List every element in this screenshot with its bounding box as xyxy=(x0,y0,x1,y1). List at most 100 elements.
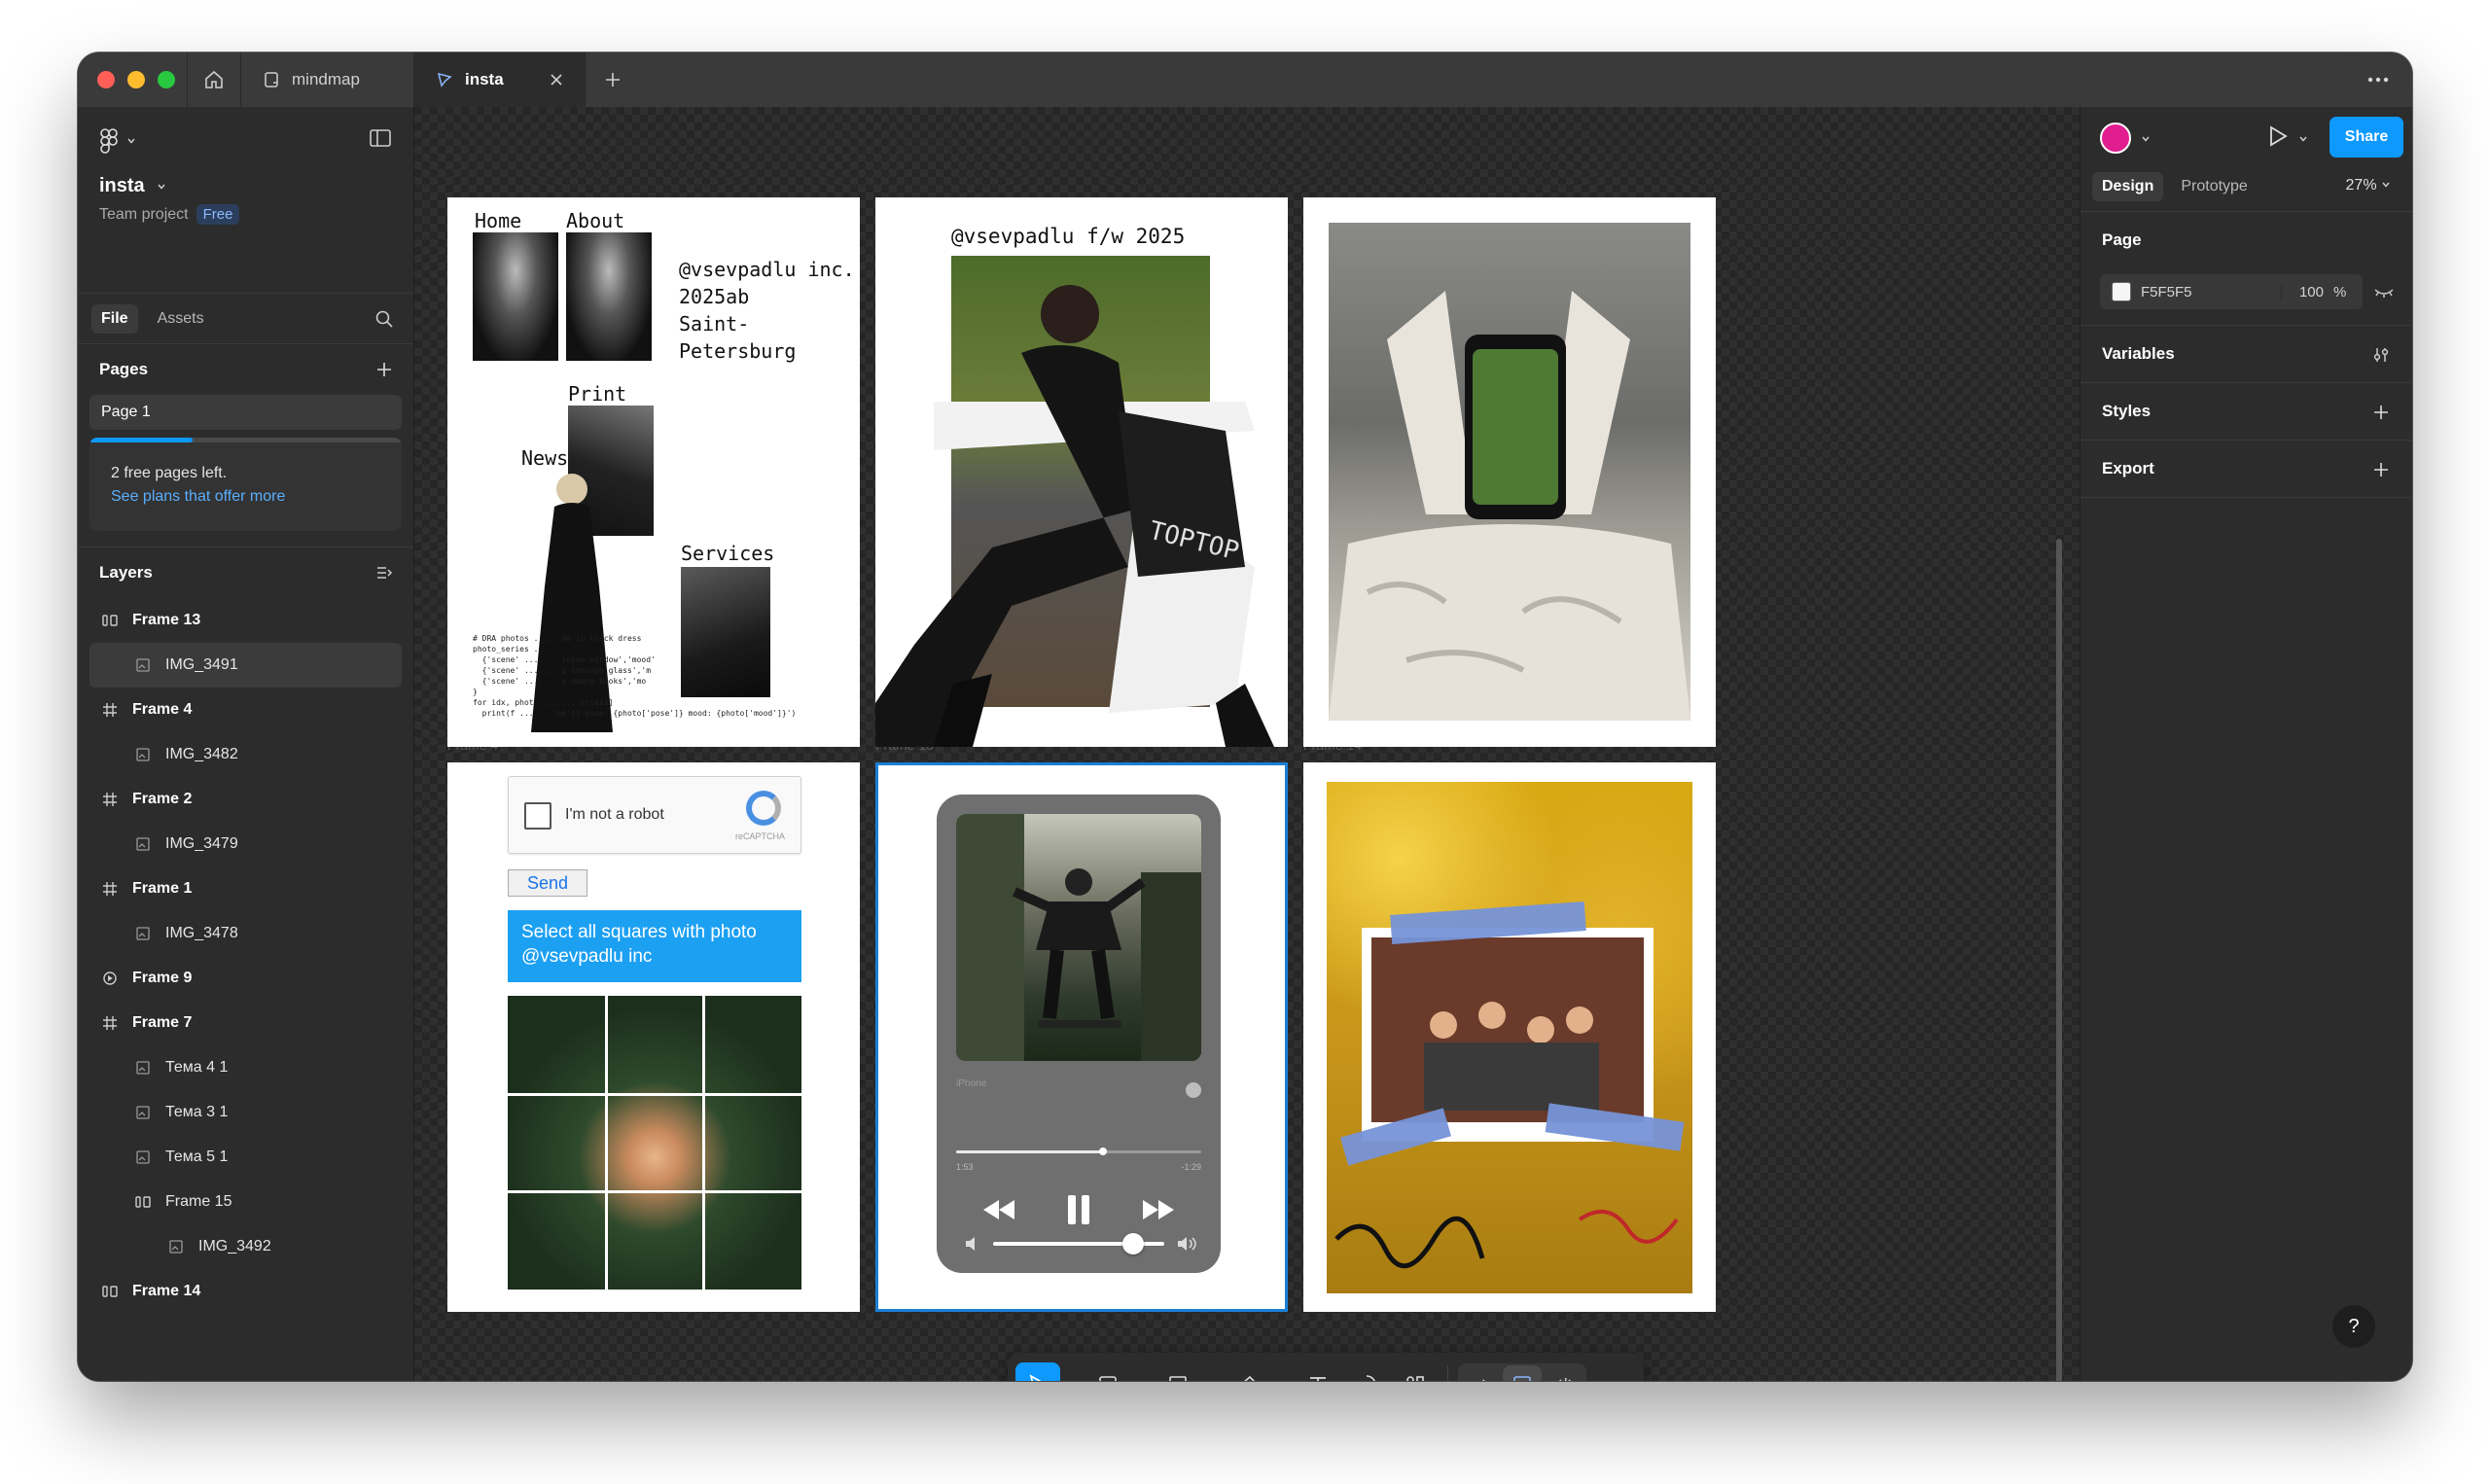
plan-badge[interactable]: Free xyxy=(196,204,240,225)
move-tool[interactable] xyxy=(1015,1362,1060,1381)
layer-item[interactable]: Frame 15 xyxy=(78,1180,413,1224)
add-page-button[interactable] xyxy=(374,360,394,384)
fill-hex-value[interactable]: F5F5F5 xyxy=(2141,284,2281,300)
pen-tool-menu[interactable] xyxy=(1274,1362,1292,1381)
tab-assets[interactable]: Assets xyxy=(148,304,214,334)
design-file-icon xyxy=(437,72,452,88)
new-tab-button[interactable] xyxy=(586,53,640,107)
minimize-window-button[interactable] xyxy=(127,71,145,88)
frame-fashion[interactable]: @vsevpadlu f/w 2025 TOPTOP xyxy=(875,197,1288,747)
frame-tool[interactable] xyxy=(1085,1362,1130,1381)
share-button[interactable]: Share xyxy=(2330,117,2403,158)
comment-tool[interactable] xyxy=(1344,1362,1389,1381)
actions-tool[interactable] xyxy=(1393,1362,1438,1381)
toggle-visibility-button[interactable] xyxy=(2373,286,2395,304)
layer-item[interactable]: Frame 2 xyxy=(78,777,413,822)
fast-forward-icon[interactable] xyxy=(1139,1196,1178,1223)
text-tool[interactable] xyxy=(1296,1362,1340,1381)
page-fill-field[interactable]: F5F5F5 100 % xyxy=(2100,274,2363,309)
chevron-down-icon[interactable] xyxy=(2298,134,2308,144)
progress-knob[interactable] xyxy=(1099,1148,1108,1155)
layer-item[interactable]: Тема 3 1 xyxy=(78,1090,413,1135)
avatar[interactable] xyxy=(2100,123,2131,154)
close-window-button[interactable] xyxy=(97,71,115,88)
home-button[interactable] xyxy=(187,53,241,107)
design-mode[interactable] xyxy=(1503,1365,1542,1381)
toggle-sidebar-button[interactable] xyxy=(369,128,392,153)
cursor-icon xyxy=(1029,1374,1042,1381)
tab-mindmap[interactable]: mindmap xyxy=(241,53,414,107)
frame-music-player[interactable]: iPhone 1:53 -1:29 xyxy=(875,762,1288,1312)
export-title: Export xyxy=(2102,459,2154,477)
zoom-window-button[interactable] xyxy=(158,71,175,88)
layer-label: Frame 1 xyxy=(132,880,193,897)
help-button[interactable]: ? xyxy=(2332,1305,2375,1348)
frame-collage[interactable] xyxy=(1303,762,1716,1312)
fill-swatch[interactable] xyxy=(2112,282,2131,301)
present-button[interactable] xyxy=(2267,124,2289,153)
photo-doorway xyxy=(473,232,558,361)
frame-captcha[interactable]: I'm not a robot reCAPTCHA Send Select al… xyxy=(447,762,860,1312)
right-panel-header: Share xyxy=(2081,107,2412,161)
move-tool-menu[interactable] xyxy=(1064,1362,1082,1381)
tab-prototype[interactable]: Prototype xyxy=(2171,172,2257,201)
file-name-button[interactable]: insta xyxy=(99,175,166,197)
add-export-button[interactable] xyxy=(2371,460,2391,484)
layer-item[interactable]: IMG_3479 xyxy=(78,822,413,866)
layer-item[interactable]: Frame 9 xyxy=(78,956,413,1001)
airplay-icon[interactable] xyxy=(1186,1082,1201,1098)
close-tab-icon[interactable] xyxy=(550,73,563,87)
add-style-button[interactable] xyxy=(2371,403,2391,427)
layer-item[interactable]: IMG_3482 xyxy=(78,732,413,777)
pause-icon[interactable] xyxy=(1064,1193,1093,1226)
pen-tool[interactable] xyxy=(1226,1362,1270,1381)
canvas-scrollbar[interactable] xyxy=(2056,539,2062,1381)
progress-bar[interactable] xyxy=(956,1148,1201,1155)
robot-label: I'm not a robot xyxy=(565,806,664,823)
frame-editorial[interactable]: Home About @vsevpadlu inc. 2025ab Saint-… xyxy=(447,197,860,747)
code-line: } xyxy=(473,688,478,696)
rewind-icon[interactable] xyxy=(979,1196,1018,1223)
image-icon xyxy=(132,657,154,673)
layer-item[interactable]: Frame 13 xyxy=(78,598,413,643)
volume-knob[interactable] xyxy=(1122,1233,1145,1254)
layer-item[interactable]: IMG_3491 xyxy=(89,643,402,688)
page-item[interactable]: Page 1 xyxy=(89,395,402,430)
layer-item[interactable]: IMG_3492 xyxy=(78,1224,413,1269)
frame-shoes[interactable] xyxy=(1303,197,1716,747)
layer-item[interactable]: Frame 14 xyxy=(78,1269,413,1314)
frame-tool-menu[interactable] xyxy=(1134,1362,1152,1381)
pen-icon xyxy=(1244,1375,1256,1381)
shape-tool-menu[interactable] xyxy=(1204,1362,1222,1381)
layer-item[interactable]: Frame 1 xyxy=(78,866,413,911)
layer-item[interactable]: Frame 4 xyxy=(78,688,413,732)
plus-icon xyxy=(2374,463,2388,477)
collapse-layers-button[interactable] xyxy=(374,563,394,587)
tab-file[interactable]: File xyxy=(91,303,138,334)
layer-item[interactable]: IMG_3478 xyxy=(78,911,413,956)
tab-design[interactable]: Design xyxy=(2092,171,2164,201)
dev-mode[interactable] xyxy=(1546,1365,1584,1381)
main-menu-button[interactable] xyxy=(99,128,136,154)
mode-switcher xyxy=(1458,1363,1586,1381)
layer-item[interactable]: Frame 7 xyxy=(78,1001,413,1045)
send-button[interactable]: Send xyxy=(508,869,587,897)
more-options-button[interactable] xyxy=(2366,68,2391,96)
variables-settings-button[interactable] xyxy=(2371,345,2391,370)
layer-item[interactable]: Тема 4 1 xyxy=(78,1045,413,1090)
zoom-dropdown[interactable]: 27% xyxy=(2346,177,2391,194)
draw-mode[interactable] xyxy=(1460,1365,1499,1381)
canvas[interactable]: Frame 4 Frame 13 Frame 14 Home About @vs… xyxy=(414,107,2080,1381)
rectangle-tool[interactable] xyxy=(1156,1362,1200,1381)
skater-illustration xyxy=(956,814,1201,1061)
tab-insta[interactable]: insta xyxy=(414,53,586,107)
search-button[interactable] xyxy=(374,309,394,334)
layer-item[interactable]: Тема 5 1 xyxy=(78,1135,413,1180)
fill-opacity-value[interactable]: 100 xyxy=(2281,283,2333,300)
chevron-down-icon[interactable] xyxy=(2141,134,2151,144)
layer-label: Frame 14 xyxy=(132,1283,201,1299)
volume-slider[interactable] xyxy=(993,1233,1164,1254)
see-plans-link[interactable]: See plans that offer more xyxy=(111,488,285,506)
document-icon xyxy=(265,72,278,88)
robot-checkbox[interactable] xyxy=(524,802,551,830)
